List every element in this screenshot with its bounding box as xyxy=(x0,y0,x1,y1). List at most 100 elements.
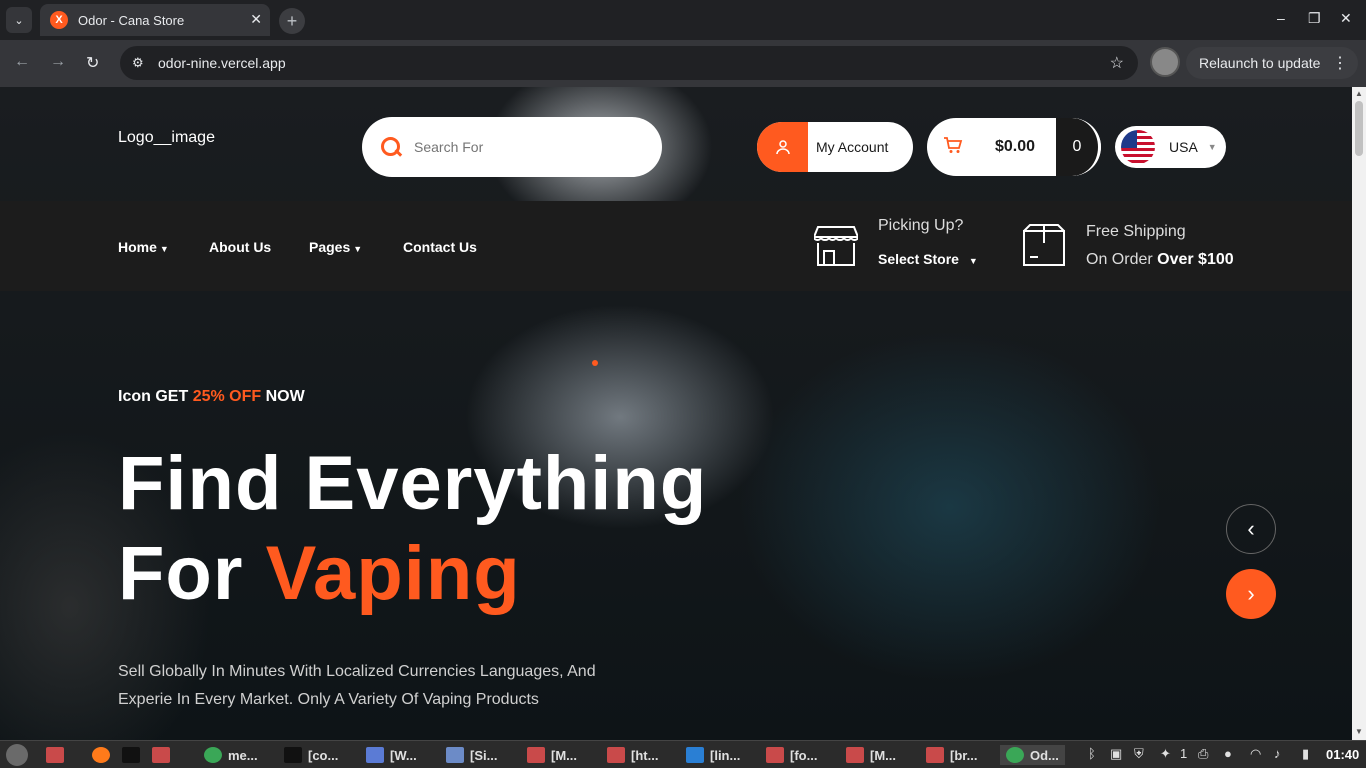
browser-tab-active[interactable]: X Odor - Cana Store ✕ xyxy=(40,4,270,36)
headline-line1: Find Everything xyxy=(118,441,708,526)
more-menu-icon[interactable]: ⋮ xyxy=(1332,53,1348,73)
taskbar-item-fo[interactable]: [fo... xyxy=(766,745,817,765)
chevron-down-icon: ▼ xyxy=(353,244,363,254)
my-account-button[interactable]: My Account xyxy=(757,122,913,172)
tab-close-icon[interactable]: ✕ xyxy=(250,11,262,28)
printer-icon[interactable]: ⎙ xyxy=(1198,746,1208,762)
user-status-icon[interactable]: ● xyxy=(1224,746,1232,761)
taskbar-label: Od... xyxy=(1030,747,1059,763)
site-info-icon[interactable]: ⚙ xyxy=(132,55,152,71)
headline-accent: Vaping xyxy=(265,531,521,616)
profile-avatar[interactable] xyxy=(1150,47,1180,77)
taskbar-item-br[interactable]: [br... xyxy=(926,745,977,765)
select-store-label: Select Store xyxy=(878,251,959,267)
search-bar[interactable] xyxy=(362,117,662,177)
tab-search-button[interactable]: ⌄ xyxy=(6,7,32,33)
nav-about-us[interactable]: About Us xyxy=(209,239,271,255)
cart-total: $0.00 xyxy=(995,138,1036,155)
shield-icon[interactable]: ⛨ xyxy=(1134,746,1144,762)
clock: 01:40 xyxy=(1326,747,1360,762)
notification-icon[interactable]: ✦ xyxy=(1160,746,1171,762)
terminal-launcher-icon[interactable] xyxy=(122,745,146,765)
os-taskbar: me... [co... [W... [Si... [M... [ht... [… xyxy=(0,740,1366,768)
battery-icon[interactable]: ▮ xyxy=(1302,746,1309,762)
shipping-subtitle: On Order Over $100 xyxy=(1086,251,1234,269)
shipping-threshold: Over $100 xyxy=(1157,251,1234,268)
hero-headline: Find Everything For Vaping xyxy=(118,439,707,619)
maximize-icon[interactable]: ❐ xyxy=(1308,10,1321,27)
page-viewport: Logo__image My Account $0.00 0 USA ▼ Hom… xyxy=(0,87,1352,740)
shipping-title: Free Shipping xyxy=(1086,223,1186,240)
cursor-indicator xyxy=(592,360,598,366)
nav-contact-us[interactable]: Contact Us xyxy=(403,239,477,255)
promo-now: NOW xyxy=(265,388,305,405)
new-tab-button[interactable]: + xyxy=(279,8,305,34)
page-scrollbar[interactable]: ▲ ▼ xyxy=(1352,87,1366,740)
taskbar-item-chrome-1[interactable]: me... xyxy=(204,745,258,765)
bluetooth-icon[interactable]: ᛒ xyxy=(1088,746,1096,761)
volume-icon[interactable]: ♪ xyxy=(1274,746,1281,761)
site-logo[interactable]: Logo__image xyxy=(118,129,215,147)
firefox-icon[interactable] xyxy=(92,745,116,765)
clipboard-icon[interactable]: ▣ xyxy=(1110,746,1122,762)
cart-button[interactable]: $0.00 0 xyxy=(927,118,1101,176)
taskbar-item-m1[interactable]: [M... xyxy=(527,745,577,765)
slider-prev-button[interactable]: ‹ xyxy=(1226,504,1276,554)
select-store-dropdown[interactable]: Select Store ▼ xyxy=(878,251,978,267)
folder-launcher-icon[interactable] xyxy=(46,745,70,765)
cart-count-badge: 0 xyxy=(1056,118,1101,176)
relaunch-button[interactable]: Relaunch to update ⋮ xyxy=(1186,47,1358,79)
taskbar-label: [M... xyxy=(551,747,577,763)
user-icon xyxy=(757,122,808,172)
search-input[interactable] xyxy=(414,139,634,155)
tab-title: Odor - Cana Store xyxy=(78,12,185,28)
forward-icon[interactable]: → xyxy=(50,53,66,71)
window-close-icon[interactable]: ✕ xyxy=(1340,10,1352,27)
scroll-thumb[interactable] xyxy=(1355,101,1363,156)
promo-line: Icon GET 25% OFF NOW xyxy=(118,388,305,406)
taskbar-item-mail[interactable]: [W... xyxy=(366,745,417,765)
search-icon[interactable] xyxy=(380,136,402,158)
chevron-left-icon: ‹ xyxy=(1247,516,1255,541)
taskbar-label: [W... xyxy=(390,747,417,763)
shipping-prefix: On Order xyxy=(1086,251,1153,268)
taskbar-item-vscode[interactable]: [lin... xyxy=(686,745,740,765)
slider-next-button[interactable]: › xyxy=(1226,569,1276,619)
start-menu-icon[interactable] xyxy=(6,744,34,766)
package-box-icon xyxy=(1023,224,1065,266)
my-account-label: My Account xyxy=(816,139,889,155)
pickup-title: Picking Up? xyxy=(878,217,964,234)
taskbar-label: me... xyxy=(228,747,258,763)
minimize-icon[interactable]: – xyxy=(1277,10,1285,26)
taskbar-label: [ht... xyxy=(631,747,659,763)
taskbar-label: [br... xyxy=(950,747,978,763)
promo-get: GET xyxy=(155,388,189,405)
favicon-icon: X xyxy=(50,11,68,29)
cart-icon xyxy=(943,136,963,159)
reload-icon[interactable]: ↻ xyxy=(86,53,99,73)
nav-home[interactable]: Home ▼ xyxy=(118,239,169,255)
nav-pages[interactable]: Pages ▼ xyxy=(309,239,362,255)
url-text[interactable]: odor-nine.vercel.app xyxy=(158,55,286,71)
headline-for: For xyxy=(118,531,244,616)
taskbar-item-ht[interactable]: [ht... xyxy=(607,745,658,765)
notification-count: 1 xyxy=(1180,746,1188,761)
scroll-down-icon[interactable]: ▼ xyxy=(1355,727,1363,736)
files-launcher-icon[interactable] xyxy=(152,745,176,765)
chevron-down-icon: ▼ xyxy=(1207,142,1217,152)
promo-discount: 25% OFF xyxy=(192,388,262,405)
country-selector[interactable]: USA ▼ xyxy=(1115,126,1226,168)
usa-flag-icon xyxy=(1121,130,1155,164)
country-label: USA xyxy=(1169,139,1198,155)
scroll-up-icon[interactable]: ▲ xyxy=(1355,89,1363,98)
chevron-down-icon: ▼ xyxy=(159,244,169,254)
taskbar-item-chrome-active[interactable]: Od... xyxy=(1000,745,1065,765)
taskbar-item-terminal[interactable]: [co... xyxy=(284,745,338,765)
bookmark-star-icon[interactable]: ☆ xyxy=(1110,53,1124,73)
address-bar[interactable]: ⚙ odor-nine.vercel.app ☆ xyxy=(120,46,1138,80)
taskbar-item-si[interactable]: [Si... xyxy=(446,745,497,765)
back-icon[interactable]: ← xyxy=(14,53,30,71)
taskbar-label: [M... xyxy=(870,747,896,763)
wifi-icon[interactable]: ◠ xyxy=(1250,746,1261,762)
taskbar-item-m2[interactable]: [M... xyxy=(846,745,896,765)
